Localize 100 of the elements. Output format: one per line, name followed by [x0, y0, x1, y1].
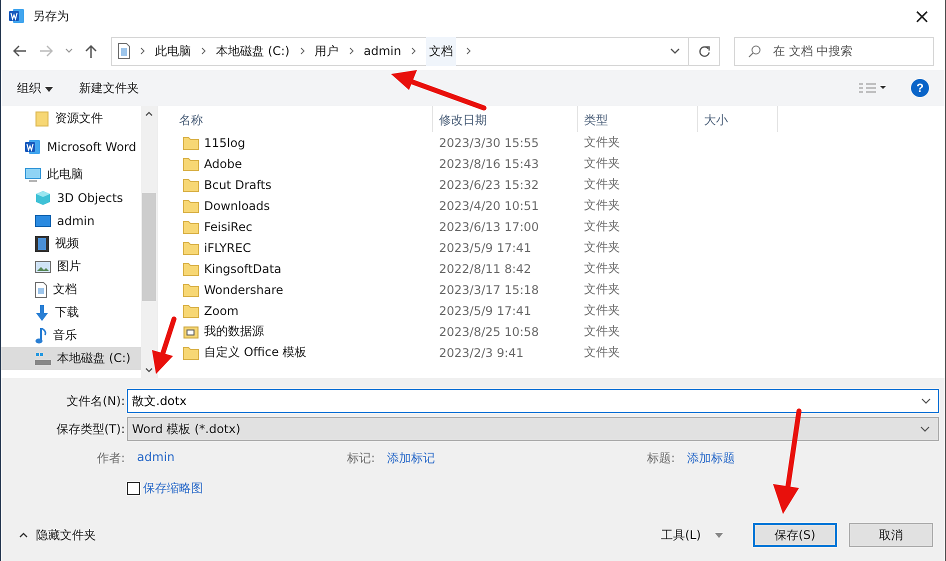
sidebar-item[interactable]: 3D Objects — [1, 186, 142, 209]
date-cell-text: 2023/6/23 15:32 — [438, 178, 540, 192]
close-button[interactable]: × — [899, 0, 945, 32]
type-cell-text: 文件夹 — [583, 218, 621, 235]
folder-icon — [35, 110, 49, 126]
chevron-down-icon[interactable] — [921, 398, 931, 404]
date-cell-text: 2023/4/20 10:51 — [438, 198, 540, 212]
download-icon — [35, 304, 49, 320]
chevron-right-icon[interactable] — [466, 47, 472, 55]
date-cell-text: 2023/2/3 9:41 — [438, 346, 525, 360]
sidebar-item[interactable]: 图片 — [1, 255, 142, 278]
up-icon[interactable] — [85, 44, 97, 58]
meta-label: 标记: — [347, 450, 376, 466]
filename-field[interactable]: 散文.dotx — [127, 389, 939, 413]
file-name-cell[interactable]: iFLYREC — [179, 240, 433, 254]
type-cell-text: 文件夹 — [583, 260, 621, 277]
folder-icon — [183, 178, 199, 192]
meta-label: 作者: — [97, 450, 126, 466]
type-cell-text: 文件夹 — [583, 134, 621, 151]
tools-button[interactable]: 工具(L) — [654, 526, 707, 544]
sidebar-item[interactable]: 文档 — [1, 278, 142, 301]
sidebar-item[interactable]: 视频 — [1, 232, 142, 255]
file-name-cell[interactable]: Adobe — [179, 156, 433, 170]
column-header[interactable]: 类型 — [578, 106, 698, 132]
date-cell-text: 2023/6/13 17:00 — [438, 220, 540, 234]
file-name-cell[interactable]: 我的数据源 — [179, 323, 433, 340]
document-icon — [35, 282, 47, 298]
word-icon — [9, 8, 25, 24]
chevron-down-icon[interactable] — [670, 48, 680, 54]
sidebar-item[interactable]: 音乐 — [1, 324, 142, 347]
scrollbar[interactable] — [141, 106, 157, 378]
type-cell-text: 文件夹 — [583, 323, 621, 340]
image-icon — [35, 260, 51, 272]
chevron-right-icon[interactable] — [201, 47, 206, 55]
breadcrumb[interactable]: admin — [364, 40, 402, 62]
computer-icon — [25, 168, 41, 182]
type-cell-text: 文件夹 — [583, 239, 621, 256]
field-label: 保存类型(T): — [55, 420, 126, 438]
file-name-cell[interactable]: Wondershare — [179, 282, 433, 296]
sidebar-item[interactable]: Microsoft Word — [1, 135, 142, 158]
file-name-cell[interactable]: FeisiRec — [179, 220, 433, 234]
back-icon[interactable] — [13, 45, 27, 57]
new-folder-button[interactable]: 新建文件夹 — [70, 76, 147, 100]
file-type-dropdown[interactable]: Word 模板 (*.dotx) — [127, 417, 939, 441]
folder-icon — [183, 220, 199, 234]
file-name-cell[interactable]: Zoom — [179, 304, 433, 318]
breadcrumb[interactable]: 文档 — [426, 36, 456, 66]
organize-button[interactable]: 组织 — [9, 76, 61, 100]
chevron-right-icon[interactable] — [140, 47, 145, 55]
file-name-cell[interactable]: Bcut Drafts — [179, 178, 433, 192]
chevron-up-icon[interactable] — [145, 111, 154, 116]
type-cell-text: 文件夹 — [583, 302, 621, 319]
hide-folders-button[interactable]: 隐藏文件夹 — [13, 526, 102, 544]
file-name-cell[interactable]: Downloads — [179, 198, 433, 212]
chevron-right-icon[interactable] — [300, 47, 305, 55]
help-button[interactable]: ? — [911, 79, 929, 97]
column-header[interactable]: 名称 — [161, 106, 433, 132]
file-name-cell[interactable]: 自定义 Office 模板 — [179, 344, 433, 361]
file-name-cell[interactable]: 115log — [179, 136, 433, 150]
sidebar-item[interactable]: admin — [1, 209, 142, 232]
file-name-cell[interactable]: KingsoftData — [179, 262, 433, 276]
data-source-folder-icon — [183, 324, 199, 338]
type-cell-text: 文件夹 — [583, 197, 621, 214]
meta-value-link[interactable]: 添加标题 — [687, 450, 736, 466]
thumbnail-checkbox[interactable]: 保存缩略图 — [127, 478, 945, 498]
chevron-up-icon — [19, 532, 28, 538]
sidebar-item[interactable]: 下载 — [1, 301, 142, 324]
type-cell-text: 文件夹 — [583, 155, 621, 172]
chevron-down-icon[interactable] — [145, 368, 154, 373]
save-button[interactable]: 保存(S) — [753, 523, 837, 547]
breadcrumb[interactable]: 此电脑 — [155, 38, 191, 64]
chevron-right-icon[interactable] — [348, 47, 354, 55]
folder-icon — [183, 346, 199, 360]
date-cell-text: 2023/5/9 17:41 — [438, 304, 532, 318]
meta-value-link[interactable]: admin — [137, 450, 175, 466]
refresh-icon — [698, 44, 710, 58]
film-icon — [35, 236, 49, 252]
cancel-button[interactable]: 取消 — [849, 523, 933, 547]
search-field[interactable]: 在 文档 中搜索 — [734, 36, 934, 66]
caret-icon[interactable] — [715, 532, 723, 538]
folder-icon — [183, 282, 199, 296]
date-cell-text: 2023/3/17 15:18 — [438, 282, 540, 296]
breadcrumb[interactable]: 本地磁盘 (C:) — [216, 38, 290, 64]
meta-value-link[interactable]: 添加标记 — [387, 450, 436, 466]
address-bar[interactable]: 此电脑 本地磁盘 (C:) 用户 admin 文档 — [111, 36, 720, 66]
sidebar-item[interactable]: 此电脑 — [1, 163, 142, 186]
sidebar-item[interactable]: 本地磁盘 (C:) — [1, 347, 142, 370]
music-note-icon — [35, 328, 47, 344]
folder-icon — [183, 262, 199, 276]
date-cell-text: 2023/8/16 15:43 — [438, 156, 540, 170]
type-cell-text: 文件夹 — [583, 176, 621, 193]
breadcrumb[interactable]: 用户 — [314, 38, 339, 64]
chevron-right-icon[interactable] — [411, 47, 416, 55]
document-icon — [118, 43, 130, 59]
window-title: 另存为 — [33, 8, 69, 24]
column-header[interactable]: 修改日期 — [433, 106, 578, 132]
column-header[interactable]: 大小 — [698, 106, 778, 132]
date-cell-text: 2023/3/30 15:55 — [438, 136, 540, 150]
view-options-icon[interactable] — [859, 83, 887, 93]
sidebar-item[interactable]: 资源文件 — [1, 107, 142, 130]
